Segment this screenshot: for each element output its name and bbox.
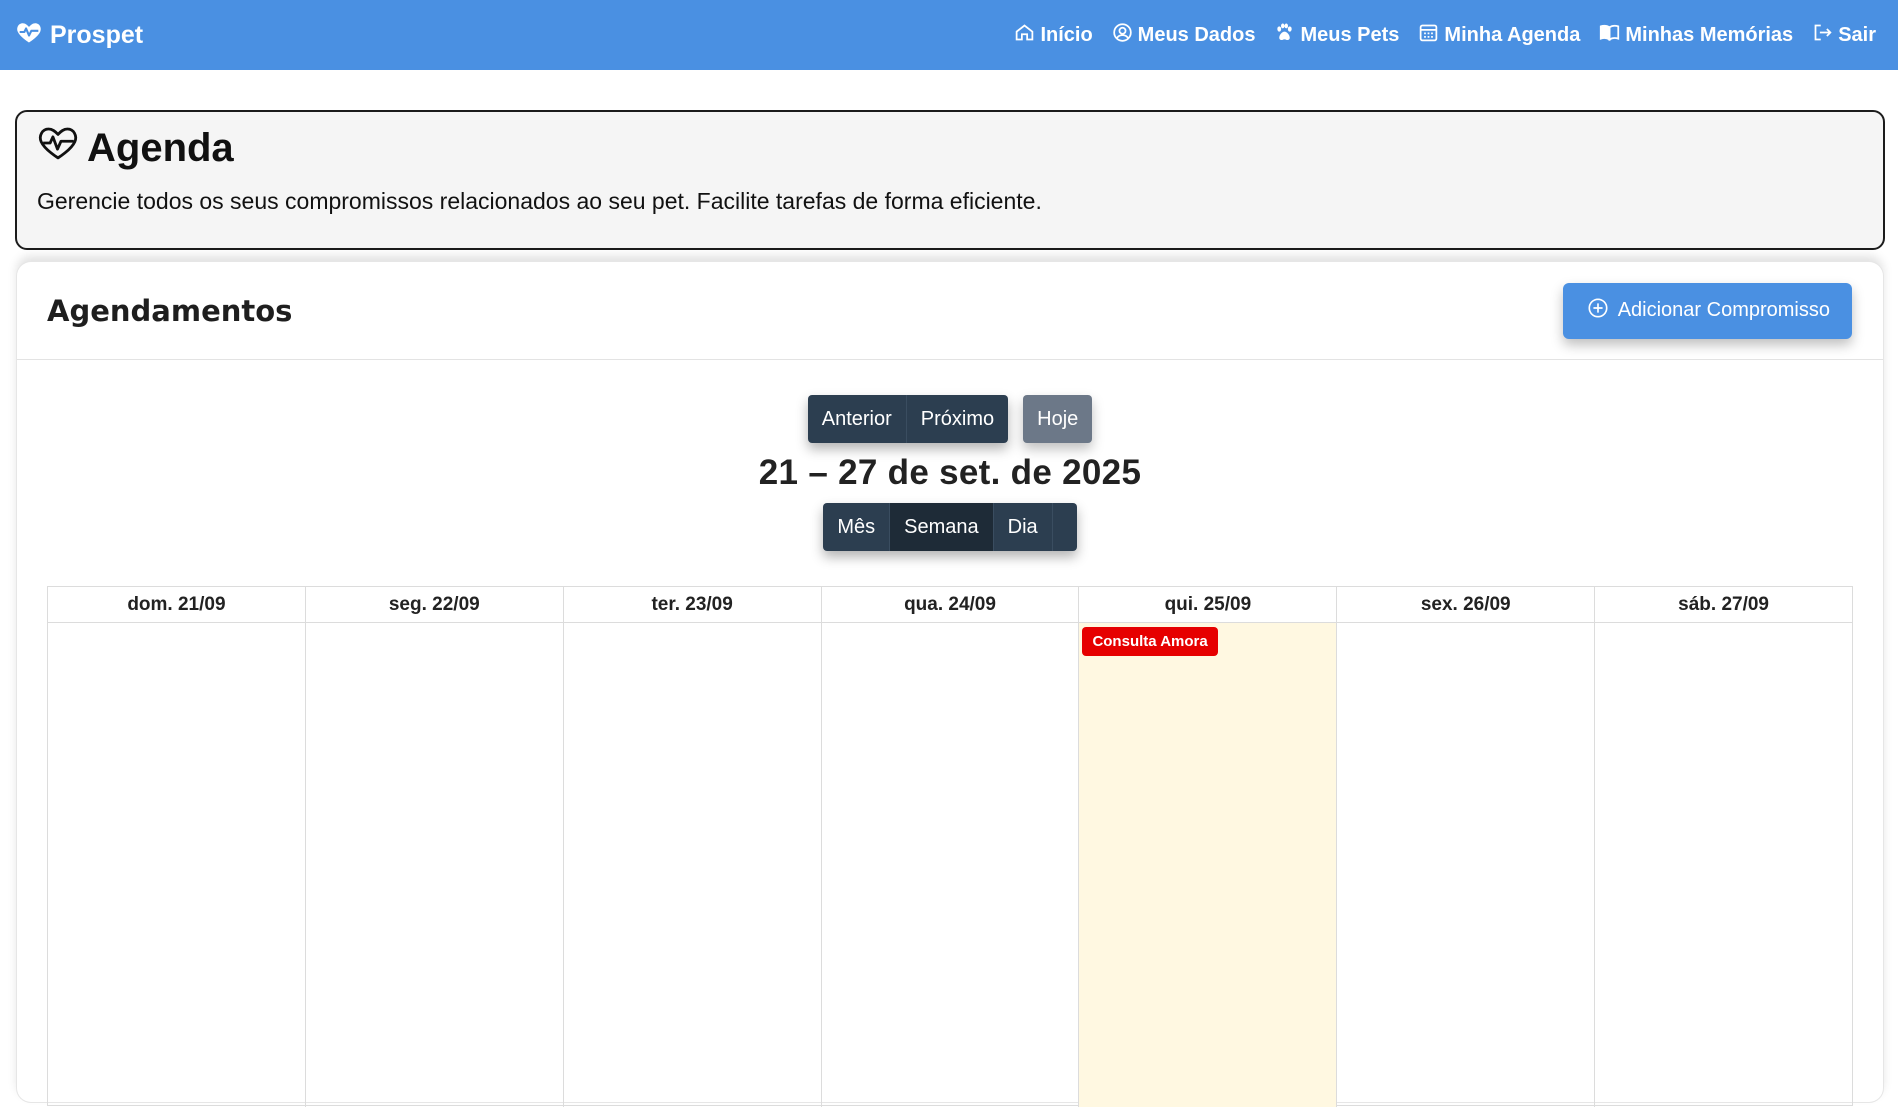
nav-button-row: Anterior Próximo Hoje	[807, 395, 1093, 443]
view-week-button[interactable]: Semana	[890, 503, 994, 551]
appointments-card: Agendamentos Adicionar Compromisso Anter…	[17, 262, 1883, 1107]
paw-icon	[1274, 22, 1295, 49]
header-card: Agenda Gerencie todos os seus compromiss…	[15, 110, 1885, 250]
day-cell[interactable]	[564, 623, 822, 1107]
prev-button[interactable]: Anterior	[807, 395, 907, 443]
calendar-toolbar: Anterior Próximo Hoje 21 – 27 de set. de…	[17, 395, 1883, 551]
page-title-text: Agenda	[87, 125, 234, 170]
calendar-event[interactable]: Consulta Amora	[1082, 627, 1218, 656]
brand[interactable]: Prospet	[15, 18, 143, 53]
brand-name: Prospet	[50, 20, 144, 49]
nav-link-sair[interactable]: Sair	[1812, 22, 1876, 49]
logout-icon	[1812, 22, 1833, 49]
calendar-header-row: dom. 21/09 seg. 22/09 ter. 23/09 qua. 24…	[48, 587, 1852, 623]
heart-pulse-icon	[15, 18, 43, 53]
add-appointment-label: Adicionar Compromisso	[1617, 299, 1830, 321]
view-day-button[interactable]: Dia	[993, 503, 1053, 551]
day-header[interactable]: seg. 22/09	[306, 587, 564, 622]
nav-links: Início Meus Dados Meus Pets Minha Agenda…	[1014, 22, 1876, 49]
week-calendar: dom. 21/09 seg. 22/09 ter. 23/09 qua. 24…	[47, 586, 1853, 1107]
calendar-icon	[1418, 22, 1439, 49]
day-header[interactable]: qui. 25/09	[1079, 587, 1338, 622]
next-button[interactable]: Próximo	[906, 395, 1009, 443]
page-title: Agenda	[37, 122, 1863, 174]
nav-link-inicio[interactable]: Início	[1014, 22, 1093, 49]
nav-link-label: Início	[1040, 23, 1093, 46]
view-month-button[interactable]: Mês	[823, 503, 891, 551]
calendar-body-row: Consulta Amora	[48, 623, 1852, 1107]
prev-next-group: Anterior Próximo	[807, 395, 1009, 443]
day-header[interactable]: ter. 23/09	[564, 587, 822, 622]
nav-link-minha-agenda[interactable]: Minha Agenda	[1418, 22, 1580, 49]
day-header[interactable]: sáb. 27/09	[1595, 587, 1852, 622]
day-cell[interactable]	[822, 623, 1080, 1107]
date-range-title: 21 – 27 de set. de 2025	[758, 453, 1142, 492]
nav-link-label: Meus Dados	[1137, 23, 1256, 46]
view-extra-button[interactable]	[1052, 503, 1077, 551]
day-cell[interactable]	[306, 623, 564, 1107]
page-subtitle: Gerencie todos os seus compromissos rela…	[37, 188, 1042, 214]
add-appointment-button[interactable]: Adicionar Compromisso	[1562, 282, 1852, 339]
day-cell[interactable]	[1595, 623, 1852, 1107]
navbar: Prospet Início Meus Dados Meus Pets Minh…	[0, 0, 1898, 70]
card-title: Agendamentos	[47, 293, 293, 328]
heart-pulse-icon	[37, 122, 79, 174]
nav-link-label: Minha Agenda	[1444, 23, 1581, 46]
day-cell-today[interactable]: Consulta Amora	[1079, 623, 1338, 1107]
day-cell[interactable]	[1337, 623, 1596, 1107]
nav-link-label: Meus Pets	[1300, 23, 1400, 46]
day-header[interactable]: sex. 26/09	[1337, 587, 1596, 622]
day-header[interactable]: qua. 24/09	[822, 587, 1080, 622]
nav-link-meus-pets[interactable]: Meus Pets	[1274, 22, 1399, 49]
today-button[interactable]: Hoje	[1023, 395, 1093, 443]
house-icon	[1014, 22, 1035, 49]
nav-link-label: Minhas Memórias	[1625, 23, 1794, 46]
day-cell[interactable]	[48, 623, 306, 1107]
nav-link-label: Sair	[1838, 23, 1876, 46]
plus-circle-icon	[1587, 297, 1609, 325]
user-circle-icon	[1112, 22, 1133, 49]
nav-link-meus-dados[interactable]: Meus Dados	[1112, 22, 1256, 49]
nav-link-minhas-memorias[interactable]: Minhas Memórias	[1599, 22, 1793, 49]
view-switcher: Mês Semana Dia	[823, 503, 1077, 551]
card-header: Agendamentos Adicionar Compromisso	[17, 262, 1883, 360]
day-header[interactable]: dom. 21/09	[48, 587, 306, 622]
book-icon	[1599, 22, 1620, 49]
